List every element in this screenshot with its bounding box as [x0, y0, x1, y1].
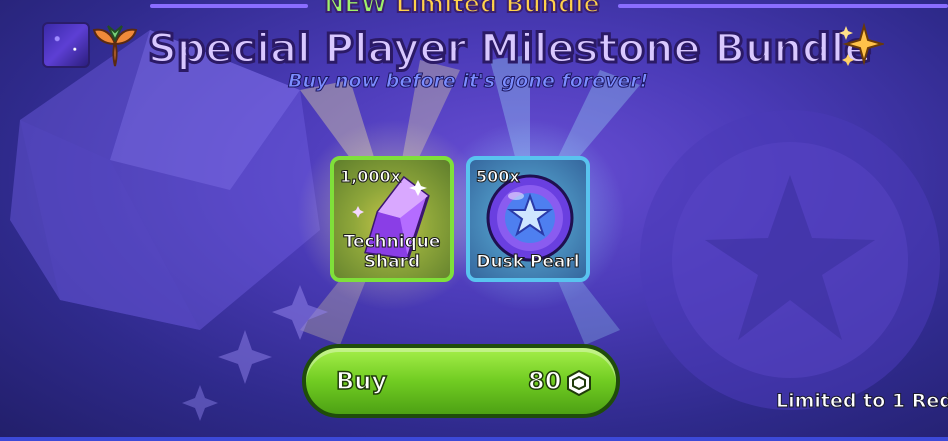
bundle-subtitle: Buy now before it's gone forever! — [288, 70, 649, 93]
buy-label: Buy — [335, 366, 388, 396]
item-name: Dusk Pearl — [476, 252, 580, 273]
item-name-line2: Shard — [363, 252, 421, 273]
item-card-dusk-pearl[interactable]: 500x Dusk Pearl — [466, 156, 590, 282]
galaxy-icon — [42, 22, 90, 68]
new-label: NEW — [323, 0, 388, 18]
item-name: Technique Shard — [334, 232, 450, 273]
limited-bundle-label: Limited Bundle — [395, 0, 601, 18]
redemption-limit-label: Limited to 1 Rede — [776, 390, 948, 413]
sprout-icon — [92, 25, 138, 67]
buy-button[interactable]: Buy 80 — [302, 344, 620, 418]
bundle-title: Special Player Milestone Bundle — [147, 25, 873, 74]
robux-icon — [567, 370, 591, 396]
title-divider-right — [618, 4, 948, 8]
item-quantity: 1,000x — [340, 167, 402, 186]
title-divider-left — [150, 4, 308, 8]
item-quantity: 500x — [476, 167, 521, 186]
limited-bundle-badge: NEW Limited Bundle — [312, 0, 612, 18]
sparkle-icon — [839, 22, 884, 66]
bundle-offer-panel: NEW Limited Bundle Special Player Milest… — [0, 0, 948, 441]
item-name-line1: Technique — [343, 232, 441, 253]
item-card-technique-shard[interactable]: 1,000x Technique Shard — [330, 156, 454, 282]
price-value: 80 — [527, 366, 562, 396]
